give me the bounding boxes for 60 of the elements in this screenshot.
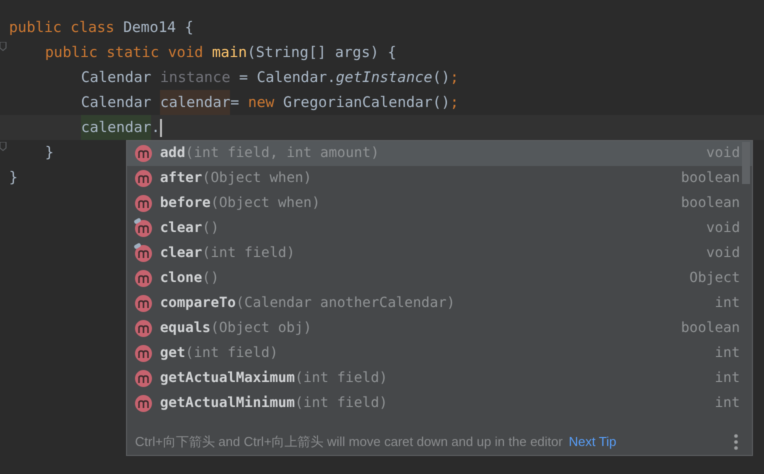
method-signature: clone() — [160, 269, 220, 288]
method-signature: add(int field, int amount) — [160, 144, 380, 163]
method-signature: equals(Object obj) — [160, 319, 312, 338]
more-icon[interactable] — [734, 434, 738, 450]
return-type: boolean — [680, 194, 740, 213]
code-token: } — [9, 168, 18, 188]
method-signature: compareTo(Calendar anotherCalendar) — [160, 294, 456, 313]
code-token: calendar — [81, 115, 152, 140]
completion-item[interactable]: equals(Object obj) boolean — [127, 316, 752, 341]
method-signature: getActualMaximum(int field) — [160, 369, 388, 388]
fold-icon[interactable] — [0, 42, 7, 51]
code-token: = — [230, 93, 240, 113]
next-tip-link[interactable]: Next Tip — [568, 432, 616, 452]
completion-item[interactable]: clear(int field) void — [127, 241, 752, 266]
code-token: Calendar — [81, 93, 152, 113]
completion-item[interactable]: get(int field) int — [127, 341, 752, 366]
method-signature: clear() — [160, 219, 220, 238]
code-token: () — [432, 68, 450, 88]
code-token: instance — [160, 68, 230, 88]
method-signature: get(int field) — [160, 344, 278, 363]
completion-item[interactable]: getActualMaximum(int field) int — [127, 366, 752, 391]
completion-item[interactable]: after(Object when) boolean — [127, 166, 752, 191]
completion-item[interactable]: add(int field, int amount) void — [127, 141, 752, 166]
code-token: public static void — [45, 43, 204, 63]
return-type: int — [714, 369, 740, 388]
fold-icon[interactable] — [0, 142, 7, 151]
code-token: getInstance — [336, 68, 432, 88]
return-type: void — [706, 244, 740, 263]
tip-text: Ctrl+向下箭头 and Ctrl+向上箭头 will move caret down and up in the editor — [135, 432, 563, 451]
return-type: int — [714, 394, 740, 413]
completion-item[interactable]: clear() void — [127, 216, 752, 241]
completion-item[interactable]: clone() Object — [127, 266, 752, 291]
return-type: void — [706, 144, 740, 163]
code-token: new — [248, 93, 276, 113]
method-signature: after(Object when) — [160, 169, 312, 188]
code-token: main — [212, 43, 248, 63]
method-signature: before(Object when) — [160, 194, 320, 213]
code-token: calendar — [160, 90, 230, 115]
code-token: . — [151, 118, 160, 138]
completion-item[interactable]: getActualMinimum(int field) int — [127, 391, 752, 416]
code-token: = Calendar. — [238, 68, 336, 88]
scrollbar-thumb[interactable] — [742, 142, 750, 184]
code-token: Demo14 { — [123, 18, 194, 38]
return-type: int — [714, 294, 740, 313]
return-type: void — [706, 219, 740, 238]
code-token: (String[] args) { — [247, 43, 396, 63]
code-token: public class — [9, 18, 116, 38]
return-type: int — [714, 344, 740, 363]
code-token: ; — [450, 93, 459, 113]
method-signature: getActualMinimum(int field) — [160, 394, 388, 413]
code-token: ; — [450, 68, 459, 88]
return-type: boolean — [680, 319, 740, 338]
code-token: Calendar — [81, 68, 152, 88]
completion-item[interactable]: before(Object when) boolean — [127, 191, 752, 216]
method-signature: clear(int field) — [160, 244, 295, 263]
return-type: Object — [689, 269, 740, 288]
code-token: } — [45, 143, 54, 163]
completion-item[interactable]: compareTo(Calendar anotherCalendar) int — [127, 291, 752, 316]
code-token: GregorianCalendar() — [283, 93, 450, 113]
return-type: boolean — [680, 169, 740, 188]
